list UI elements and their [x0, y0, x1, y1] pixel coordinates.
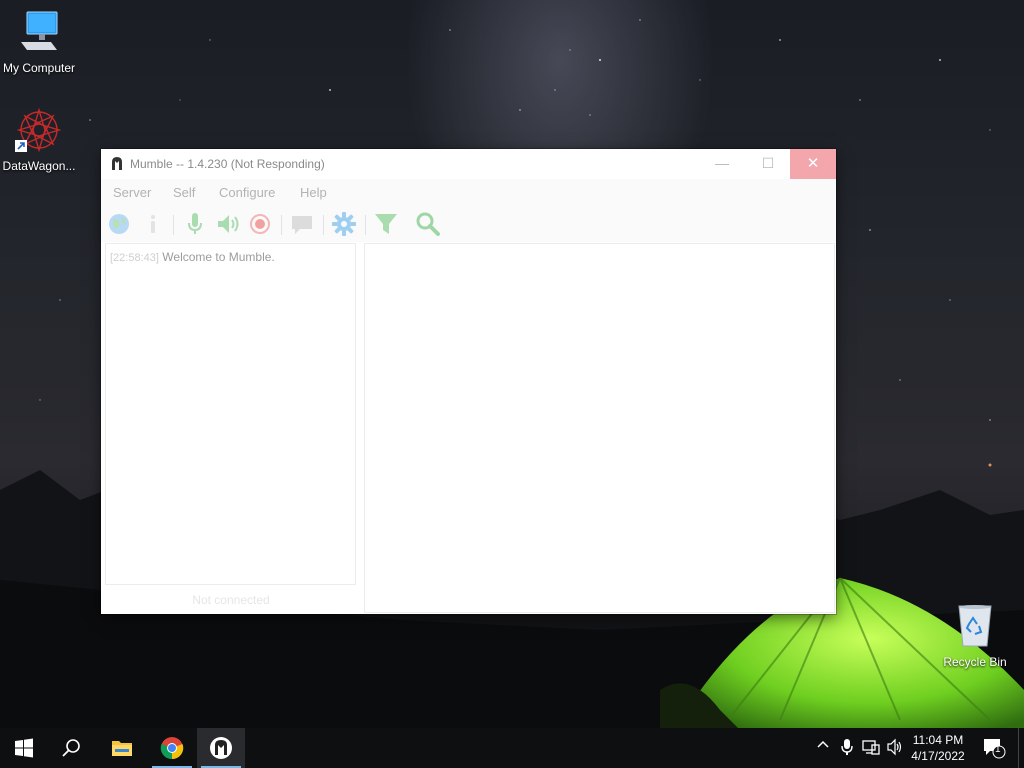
taskbar-file-explorer[interactable] [98, 728, 146, 768]
tray-overflow-chevron-icon[interactable] [816, 738, 830, 755]
maximize-button[interactable]: ☐ [745, 149, 791, 179]
folder-icon [112, 741, 132, 756]
log-entry: [22:58:43] Welcome to Mumble. [110, 250, 275, 264]
taskbar-clock[interactable]: 11:04 PM 4/17/2022 [902, 732, 974, 764]
clock-date: 4/17/2022 [911, 749, 965, 763]
tray-microphone-icon[interactable] [840, 738, 854, 759]
tray-network-icon[interactable] [862, 738, 880, 759]
chat-icon[interactable] [288, 210, 316, 238]
minimize-button[interactable]: — [699, 149, 745, 179]
speaker-icon[interactable] [214, 210, 242, 238]
clock-time: 11:04 PM [912, 733, 964, 747]
taskbar-search-button[interactable] [48, 728, 96, 768]
log-message: Welcome to Mumble. [162, 250, 275, 264]
toolbar-separator [281, 215, 282, 235]
recycle-bin-icon [958, 605, 992, 647]
channel-tree[interactable] [364, 243, 835, 613]
windows-logo-icon [15, 738, 33, 758]
info-icon[interactable] [139, 210, 167, 238]
desktop-icon-label: Recycle Bin [943, 655, 1007, 669]
menu-server[interactable]: Server [113, 185, 151, 200]
show-desktop-button[interactable] [1018, 728, 1024, 768]
chat-log[interactable]: [22:58:43] Welcome to Mumble. [105, 243, 356, 585]
filter-icon[interactable] [372, 210, 400, 238]
notification-count: 1 [995, 744, 1001, 755]
microphone-icon[interactable] [181, 210, 209, 238]
desktop-icon-label: DataWagon... [2, 159, 76, 173]
action-center-button[interactable]: 1 [982, 737, 1006, 762]
mumble-icon [210, 737, 232, 759]
menu-configure[interactable]: Configure [219, 185, 275, 200]
computer-icon [21, 11, 58, 50]
desktop-icon-label: My Computer [2, 61, 76, 75]
start-button[interactable] [0, 728, 48, 768]
toolbar-separator [365, 215, 366, 235]
toolbar [101, 206, 836, 242]
notification-icon [984, 739, 1006, 759]
globe-icon[interactable] [105, 210, 133, 238]
mumble-window[interactable]: Mumble -- 1.4.230 (Not Responding) — ☐ ✕… [101, 149, 836, 614]
connection-status: Not connected [192, 593, 270, 607]
log-timestamp: [22:58:43] [110, 252, 159, 264]
datawagon-logo-icon [15, 107, 62, 153]
mumble-app-icon [112, 157, 122, 170]
close-button[interactable]: ✕ [790, 149, 836, 179]
menu-self[interactable]: Self [173, 185, 195, 200]
menu-bar: Server Self Configure Help [101, 179, 836, 206]
menu-help[interactable]: Help [300, 185, 327, 200]
desktop-icon-datawagon[interactable]: DataWagon... [0, 106, 81, 173]
taskbar-mumble[interactable] [197, 728, 245, 768]
search-icon [62, 739, 80, 757]
desktop-icon-my-computer[interactable]: My Computer [0, 8, 81, 75]
toolbar-separator [173, 215, 174, 235]
taskbar: 11:04 PM 4/17/2022 1 [0, 728, 1024, 768]
taskbar-chrome[interactable] [148, 728, 196, 768]
chrome-icon [160, 737, 184, 760]
title-bar[interactable]: Mumble -- 1.4.230 (Not Responding) — ☐ ✕ [101, 149, 836, 179]
window-title: Mumble -- 1.4.230 (Not Responding) [130, 157, 325, 171]
search-icon[interactable] [414, 210, 442, 238]
record-icon[interactable] [246, 210, 274, 238]
toolbar-separator [323, 215, 324, 235]
desktop-icon-recycle-bin[interactable]: Recycle Bin [933, 602, 1017, 669]
gear-icon[interactable] [330, 210, 358, 238]
